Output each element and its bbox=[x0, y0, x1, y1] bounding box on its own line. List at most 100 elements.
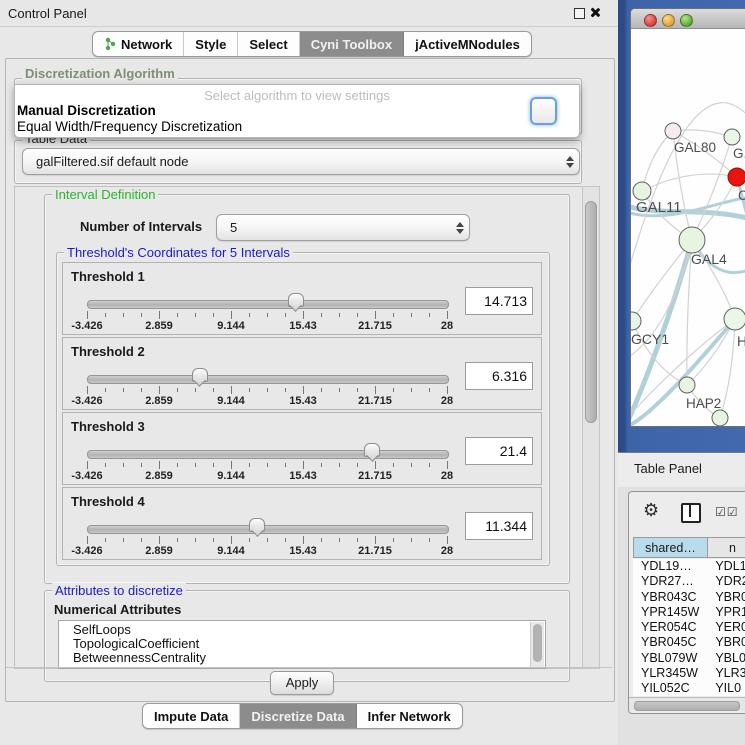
table-data-combo[interactable]: galFiltered.sif default node bbox=[22, 148, 580, 175]
threshold-slider-track[interactable] bbox=[87, 375, 449, 384]
network-icon bbox=[104, 37, 117, 51]
node-label-hap2[interactable]: HAP2 bbox=[686, 396, 721, 411]
list-scrollbar[interactable] bbox=[530, 622, 544, 669]
slider-ticks bbox=[87, 536, 447, 545]
threshold-value-input[interactable] bbox=[465, 287, 533, 315]
bottom-tabstrip: Impute Data Discretize Data Infer Networ… bbox=[142, 703, 463, 729]
slider-tick-labels: -3.4262.8599.14415.4321.71528 bbox=[87, 395, 447, 407]
threshold-slider-handle[interactable] bbox=[192, 368, 208, 382]
table-data-combo-value: galFiltered.sif default node bbox=[23, 154, 561, 169]
dropdown-option-manual[interactable]: Manual Discretization bbox=[17, 103, 156, 118]
tab-impute-data[interactable]: Impute Data bbox=[143, 704, 240, 728]
tab-label: Style bbox=[195, 37, 226, 52]
scrollbar-thumb[interactable] bbox=[533, 624, 542, 662]
attribute-list-item[interactable]: BetweennessCentrality bbox=[59, 651, 545, 665]
node-label-g[interactable]: G. bbox=[733, 146, 745, 161]
attribute-list-item[interactable]: SelfLoops bbox=[59, 623, 545, 637]
interval-definition-label: Interval Definition bbox=[52, 187, 158, 202]
combo-spinner-icon bbox=[451, 222, 469, 234]
threshold-1-panel: Threshold 1 -3.4262.8599.14415.4321.7152… bbox=[62, 262, 542, 335]
node-label-gal4[interactable]: GAL4 bbox=[691, 251, 727, 267]
scrollbar-thumb[interactable] bbox=[634, 701, 740, 711]
slider-ticks bbox=[87, 386, 447, 395]
vertical-scrollbar[interactable] bbox=[582, 186, 600, 669]
tab-cyni-toolbox[interactable]: Cyni Toolbox bbox=[300, 32, 404, 56]
tab-network[interactable]: Network bbox=[93, 32, 184, 56]
network-window-titlebar[interactable] bbox=[631, 9, 745, 29]
node-label-gal80[interactable]: GAL80 bbox=[674, 140, 716, 155]
node-label-gcy1[interactable]: GCY1 bbox=[631, 331, 669, 347]
table-row[interactable]: YLR345WYLR3 bbox=[633, 666, 745, 681]
slider-tick-labels: -3.4262.8599.14415.4321.71528 bbox=[87, 545, 447, 557]
network-graph bbox=[631, 29, 745, 426]
table-row[interactable]: YER054CYER0 bbox=[633, 620, 745, 635]
tab-label: Impute Data bbox=[154, 709, 228, 724]
zoom-traffic-light-icon[interactable] bbox=[680, 14, 693, 27]
discretization-algorithm-label: Discretization Algorithm bbox=[22, 66, 178, 81]
algorithm-dropdown-popup: Select algorithm to view settings Manual… bbox=[14, 84, 580, 138]
table-row[interactable]: YBR045CYBR0 bbox=[633, 635, 745, 650]
control-panel-titlebar: Control Panel bbox=[0, 0, 618, 27]
close-icon[interactable] bbox=[589, 7, 600, 18]
float-window-icon[interactable] bbox=[574, 8, 585, 19]
scrollbar-thumb[interactable] bbox=[585, 201, 597, 423]
numerical-attributes-list[interactable]: SelfLoopsTopologicalCoefficientBetweenne… bbox=[58, 620, 546, 669]
slider-ticks bbox=[87, 461, 447, 470]
threshold-label: Threshold 2 bbox=[71, 344, 145, 359]
tab-discretize-data[interactable]: Discretize Data bbox=[240, 704, 356, 728]
dropdown-option-equal-width[interactable]: Equal Width/Frequency Discretization bbox=[17, 119, 242, 134]
table-rows: YDL19…YDL1YDR27…YDR2YBR043CYBR0YPR145WYP… bbox=[633, 559, 745, 696]
table-header: shared… n bbox=[633, 537, 745, 558]
apply-button[interactable]: Apply bbox=[270, 671, 334, 695]
gear-icon[interactable]: ⚙ bbox=[643, 501, 659, 519]
top-tabstrip: Network Style Select Cyni Toolbox jActiv… bbox=[92, 31, 532, 57]
table-window: ⚙ ☑☑ shared… n YDL19…YDL1YDR27…YDR2YBR04… bbox=[628, 491, 745, 714]
tab-label: Discretize Data bbox=[251, 709, 344, 724]
threshold-label: Threshold 1 bbox=[71, 269, 145, 284]
split-columns-icon[interactable] bbox=[681, 503, 701, 523]
tab-jactivemnodules[interactable]: jActiveMNodules bbox=[404, 32, 531, 56]
attribute-list-item[interactable]: TopologicalCoefficient bbox=[59, 637, 545, 651]
table-row[interactable]: YBL079WYBL0 bbox=[633, 651, 745, 666]
tab-select[interactable]: Select bbox=[238, 32, 299, 56]
network-canvas[interactable] bbox=[631, 29, 745, 426]
column-header-name[interactable]: n bbox=[707, 537, 745, 558]
threshold-value-input[interactable] bbox=[465, 437, 533, 465]
number-of-intervals-combo[interactable]: 5 bbox=[216, 214, 470, 241]
algorithm-combo-focus-fragment[interactable] bbox=[530, 97, 557, 125]
table-row[interactable]: YBR043CYBR0 bbox=[633, 590, 745, 605]
threshold-slider-track[interactable] bbox=[87, 450, 449, 459]
tab-infer-network[interactable]: Infer Network bbox=[357, 704, 462, 728]
tab-label: Network bbox=[121, 37, 172, 52]
threshold-slider-track[interactable] bbox=[87, 525, 449, 534]
threshold-slider-handle[interactable] bbox=[249, 518, 265, 532]
table-row[interactable]: YPR145WYPR1 bbox=[633, 605, 745, 620]
threshold-label: Threshold 4 bbox=[71, 494, 145, 509]
close-traffic-light-icon[interactable] bbox=[644, 14, 657, 27]
threshold-slider-handle[interactable] bbox=[288, 293, 304, 307]
node-label-h[interactable]: H bbox=[737, 333, 745, 349]
panel-title: Control Panel bbox=[8, 6, 87, 21]
horizontal-scrollbar[interactable] bbox=[629, 697, 745, 711]
threshold-value-input[interactable] bbox=[465, 362, 533, 390]
threshold-4-panel: Threshold 4 -3.4262.8599.14415.4321.7152… bbox=[62, 487, 542, 560]
threshold-3-panel: Threshold 3 -3.4262.8599.14415.4321.7152… bbox=[62, 412, 542, 485]
tab-label: jActiveMNodules bbox=[415, 37, 520, 52]
slider-tick-labels: -3.4262.8599.14415.4321.71528 bbox=[87, 320, 447, 332]
slider-ticks bbox=[87, 311, 447, 320]
number-of-intervals-value: 5 bbox=[217, 220, 451, 235]
node-label-gal11[interactable]: GAL11 bbox=[636, 199, 682, 216]
threshold-slider-handle[interactable] bbox=[364, 443, 380, 457]
slider-tick-labels: -3.4262.8599.14415.4321.71528 bbox=[87, 470, 447, 482]
table-row[interactable]: YDR27…YDR2 bbox=[633, 574, 745, 589]
number-of-intervals-label: Number of Intervals bbox=[80, 219, 202, 234]
node-label-c[interactable]: C bbox=[738, 188, 745, 203]
tab-style[interactable]: Style bbox=[184, 32, 238, 56]
minimize-traffic-light-icon[interactable] bbox=[662, 14, 675, 27]
threshold-slider-track[interactable] bbox=[87, 300, 449, 309]
threshold-value-input[interactable] bbox=[465, 512, 533, 540]
checkbox-icons[interactable]: ☑☑ bbox=[715, 505, 739, 519]
column-header-shared[interactable]: shared… bbox=[633, 537, 707, 558]
table-row[interactable]: YDL19…YDL1 bbox=[633, 559, 745, 574]
table-row[interactable]: YIL052CYIL0 bbox=[633, 681, 745, 696]
